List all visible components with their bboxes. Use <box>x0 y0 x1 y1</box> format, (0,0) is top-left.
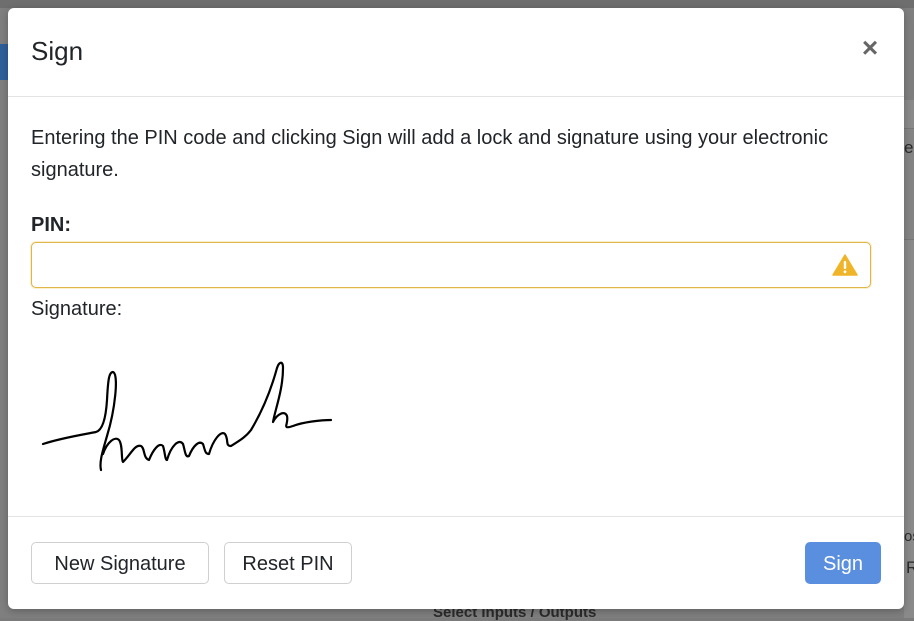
new-signature-button[interactable]: New Signature <box>31 542 209 584</box>
close-icon[interactable]: × <box>858 34 882 62</box>
pin-input[interactable] <box>40 249 824 281</box>
modal-header: Sign × <box>8 8 904 97</box>
background-peek-text: e <box>904 138 914 157</box>
intro-text: Entering the PIN code and clicking Sign … <box>31 127 829 181</box>
background-peek-text: os <box>904 528 914 545</box>
sign-button[interactable]: Sign <box>805 542 881 584</box>
warning-icon <box>832 254 858 276</box>
signature-label: Signature: <box>31 298 123 320</box>
background-topbar <box>0 0 914 8</box>
pin-label: PIN: <box>31 214 71 236</box>
modal-footer: New Signature Reset PIN Sign <box>8 516 904 609</box>
background-peek-text: R <box>906 558 914 577</box>
sign-modal: Sign × Entering the PIN code and clickin… <box>8 8 904 609</box>
modal-body: Entering the PIN code and clicking Sign … <box>31 122 881 472</box>
signature-image <box>41 361 333 472</box>
pin-field-wrapper <box>31 242 871 288</box>
reset-pin-button[interactable]: Reset PIN <box>224 542 352 584</box>
background-left-tab <box>0 44 8 80</box>
modal-title: Sign <box>31 36 84 66</box>
